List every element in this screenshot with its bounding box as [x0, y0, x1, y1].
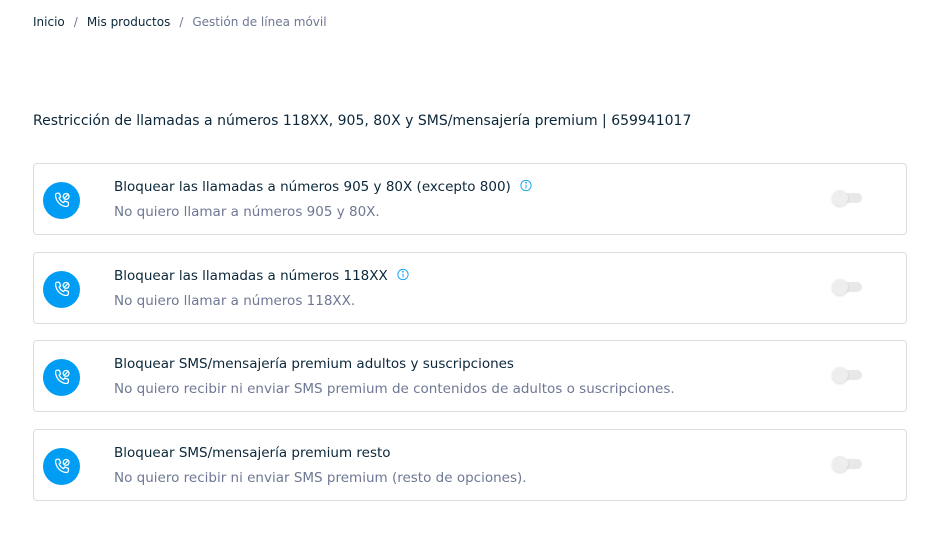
info-icon[interactable] — [520, 179, 532, 192]
restriction-toggle[interactable] — [832, 365, 864, 385]
breadcrumb-products-link[interactable]: Mis productos — [87, 15, 171, 29]
restriction-card-118xx: Bloquear las llamadas a números 118XX No… — [33, 252, 907, 324]
toggle-knob — [832, 367, 848, 383]
restriction-toggle[interactable] — [832, 277, 864, 297]
restriction-card-sms-rest: Bloquear SMS/mensajería premium resto No… — [33, 429, 907, 501]
breadcrumb-home-link[interactable]: Inicio — [33, 15, 65, 29]
breadcrumb-separator: / — [179, 15, 184, 29]
toggle-knob — [832, 279, 848, 295]
phone-block-icon — [43, 182, 80, 219]
info-icon[interactable] — [397, 268, 409, 281]
restriction-title: Bloquear las llamadas a números 905 y 80… — [114, 179, 511, 195]
restriction-description: No quiero recibir ni enviar SMS premium … — [114, 381, 675, 397]
breadcrumb: Inicio / Mis productos / Gestión de líne… — [33, 15, 327, 29]
restriction-description: No quiero recibir ni enviar SMS premium … — [114, 470, 527, 486]
toggle-knob — [832, 456, 848, 472]
restriction-title: Bloquear SMS/mensajería premium resto — [114, 445, 391, 461]
breadcrumb-separator: / — [73, 15, 78, 29]
restriction-toggle[interactable] — [832, 188, 864, 208]
phone-block-icon — [43, 271, 80, 308]
breadcrumb-current: Gestión de línea móvil — [192, 15, 327, 29]
restriction-card-sms-adult: Bloquear SMS/mensajería premium adultos … — [33, 340, 907, 412]
page-title: Restricción de llamadas a números 118XX,… — [33, 113, 692, 129]
restriction-card-905-80x: Bloquear las llamadas a números 905 y 80… — [33, 163, 907, 235]
toggle-knob — [832, 190, 848, 206]
restriction-title: Bloquear las llamadas a números 118XX — [114, 268, 388, 284]
phone-block-icon — [43, 359, 80, 396]
restriction-description: No quiero llamar a números 118XX. — [114, 293, 356, 309]
phone-block-icon — [43, 448, 80, 485]
restriction-description: No quiero llamar a números 905 y 80X. — [114, 204, 380, 220]
restriction-title: Bloquear SMS/mensajería premium adultos … — [114, 356, 514, 372]
restriction-toggle[interactable] — [832, 454, 864, 474]
